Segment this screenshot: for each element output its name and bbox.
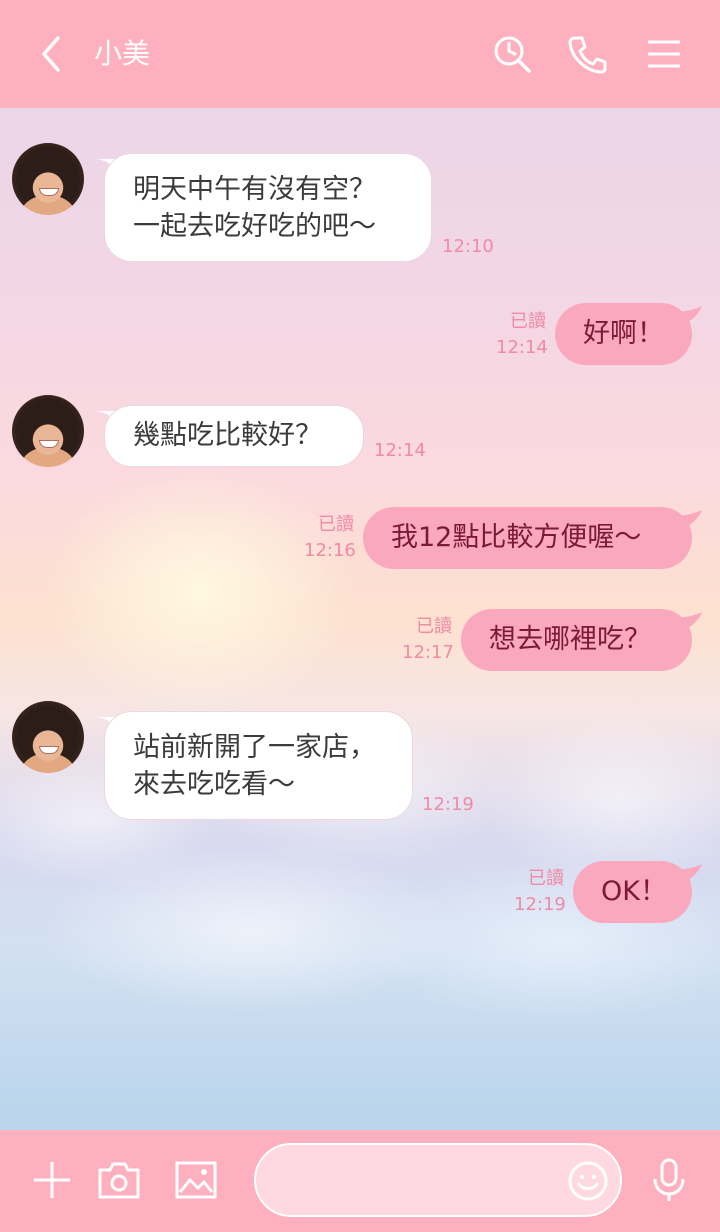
search-icon[interactable] [488,30,536,78]
contact-avatar[interactable] [12,701,84,773]
message-time: 12:14 [374,440,426,461]
message-bubble-sent[interactable]: 我12點比較方便喔〜 [363,507,692,569]
emoji-icon[interactable] [566,1159,610,1203]
message-bubble-received[interactable]: 幾點吃比較好？ [104,405,364,467]
chat-title: 小美 [94,37,151,70]
camera-icon[interactable] [95,1156,143,1204]
plus-icon[interactable] [28,1156,76,1204]
message-bubble-received[interactable]: 站前新開了一家店， 來去吃吃看〜 [104,711,413,820]
read-receipt: 已讀 12:17 [402,616,454,663]
contact-avatar[interactable] [12,395,84,467]
read-receipt: 已讀 12:16 [304,514,356,561]
back-icon[interactable] [28,30,76,78]
message-input[interactable] [280,1145,564,1217]
phone-icon[interactable] [563,30,611,78]
read-receipt: 已讀 12:14 [496,311,548,358]
message-bubble-sent[interactable]: OK！ [573,861,692,923]
message-time: 12:19 [422,794,474,815]
image-icon[interactable] [172,1156,220,1204]
message-input-box[interactable] [254,1143,622,1217]
message-bubble-sent[interactable]: 好啊！ [555,303,692,365]
microphone-icon[interactable] [645,1156,693,1204]
message-bubble-received[interactable]: 明天中午有沒有空？ 一起去吃好吃的吧〜 [104,153,432,262]
contact-avatar[interactable] [12,143,84,215]
message-time: 12:10 [442,236,494,257]
message-bubble-sent[interactable]: 想去哪裡吃？ [461,609,692,671]
read-receipt: 已讀 12:19 [514,868,566,915]
menu-icon[interactable] [640,30,688,78]
